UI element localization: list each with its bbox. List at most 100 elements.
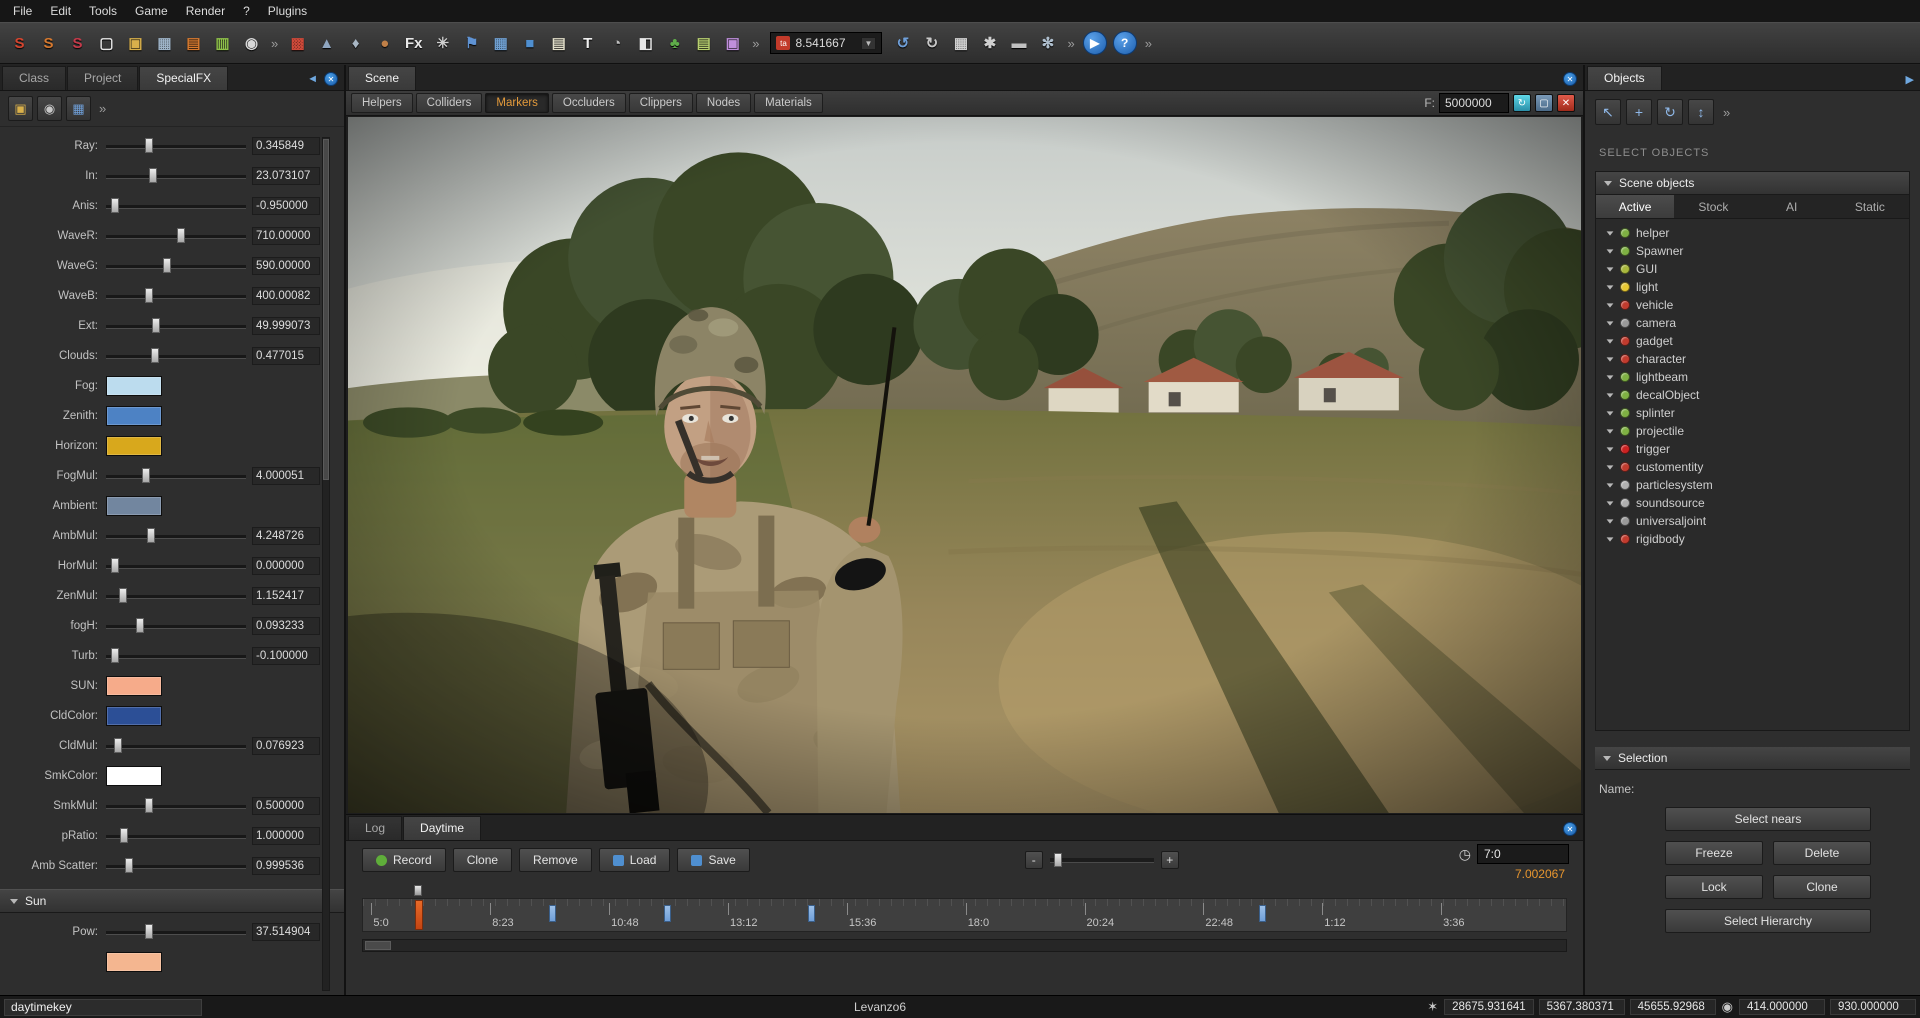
timeline-scroll-thumb[interactable] (365, 941, 391, 950)
slider-thumb[interactable] (120, 828, 128, 843)
subtab-markers[interactable]: Markers (485, 93, 549, 113)
import-icon[interactable]: ▤ (180, 30, 207, 57)
export-icon[interactable]: ▥ (209, 30, 236, 57)
tab-project[interactable]: Project (67, 66, 138, 90)
object-type-soundsource[interactable]: soundsource (1596, 494, 1909, 512)
color-swatch[interactable] (106, 406, 162, 426)
collapse-left-icon[interactable]: ◄ (307, 73, 318, 85)
param-slider[interactable] (106, 827, 246, 845)
object-type-vehicle[interactable]: vehicle (1596, 296, 1909, 314)
daytime-key-marker[interactable] (549, 905, 556, 922)
object-type-universaljoint[interactable]: universaljoint (1596, 512, 1909, 530)
collapse-arrow-icon[interactable] (1607, 375, 1614, 379)
slider-thumb[interactable] (111, 198, 119, 213)
clone-selection-button[interactable]: Clone (1773, 875, 1871, 899)
expand-right-icon[interactable]: ▶ (1906, 73, 1914, 86)
collapse-arrow-icon[interactable] (1607, 393, 1614, 397)
layout-icon[interactable]: ▦ (487, 30, 514, 57)
text-tool-icon[interactable]: T (574, 30, 601, 57)
color-swatch[interactable] (106, 952, 162, 972)
compass-icon[interactable]: ◔ (603, 30, 630, 57)
object-type-lightbeam[interactable]: lightbeam (1596, 368, 1909, 386)
object-type-camera[interactable]: camera (1596, 314, 1909, 332)
slider-thumb[interactable] (152, 318, 160, 333)
slider-thumb[interactable] (111, 648, 119, 663)
param-value[interactable]: 710.00000 (252, 227, 320, 245)
param-slider[interactable] (106, 347, 246, 365)
select-tool-icon[interactable]: ↖ (1595, 99, 1621, 125)
coord-x-field[interactable]: 28675.931641 (1444, 999, 1534, 1015)
contrast-icon[interactable]: ◧ (632, 30, 659, 57)
param-value[interactable]: 23.073107 (252, 167, 320, 185)
collapse-arrow-icon[interactable] (1607, 267, 1614, 271)
coord-y-field[interactable]: 5367.380371 (1539, 999, 1625, 1015)
collapse-arrow-icon[interactable] (1607, 537, 1614, 541)
refresh-view-icon[interactable]: ↻ (1513, 94, 1531, 112)
objects-tab-active[interactable]: Active (1596, 195, 1674, 218)
param-value[interactable]: 0.000000 (252, 557, 320, 575)
slider-thumb[interactable] (177, 228, 185, 243)
param-value[interactable]: 4.000051 (252, 467, 320, 485)
purple-window-icon[interactable]: ▣ (719, 30, 746, 57)
flag-icon[interactable]: ⚑ (458, 30, 485, 57)
record-button[interactable]: Record (362, 848, 446, 872)
param-slider[interactable] (106, 557, 246, 575)
daytime-timeline[interactable]: 5:08:2310:4813:1215:3618:020:2422:481:12… (362, 883, 1567, 932)
grid-icon[interactable]: ▦ (947, 30, 974, 57)
pin-scene-icon[interactable]: ✕ (1563, 72, 1577, 86)
toolbar-overflow-chevron[interactable]: » (748, 36, 763, 51)
param-value[interactable]: 0.076923 (252, 737, 320, 755)
toolbar-overflow-chevron[interactable]: » (95, 101, 110, 116)
param-slider[interactable] (106, 617, 246, 635)
param-value[interactable]: 1.152417 (252, 587, 320, 605)
object-type-helper[interactable]: helper (1596, 224, 1909, 242)
collapse-arrow-icon[interactable] (1607, 483, 1614, 487)
time-dropdown[interactable]: ta 8.541667 ▼ (770, 32, 882, 54)
param-value[interactable]: 0.345849 (252, 137, 320, 155)
param-slider[interactable] (106, 257, 246, 275)
new-file-icon[interactable]: ▢ (93, 30, 120, 57)
param-value[interactable]: 1.000000 (252, 827, 320, 845)
subtab-occluders[interactable]: Occluders (552, 93, 626, 113)
param-slider[interactable] (106, 857, 246, 875)
object-type-spawner[interactable]: Spawner (1596, 242, 1909, 260)
collapse-arrow-icon[interactable] (1607, 429, 1614, 433)
zoom-in-button[interactable]: + (1161, 851, 1179, 869)
param-value[interactable]: -0.950000 (252, 197, 320, 215)
collapse-arrow-icon[interactable] (1607, 357, 1614, 361)
settings-gear-icon[interactable]: ✱ (976, 30, 1003, 57)
param-value[interactable]: 0.093233 (252, 617, 320, 635)
daytime-key-marker[interactable] (664, 905, 671, 922)
object-type-decalobject[interactable]: decalObject (1596, 386, 1909, 404)
param-value[interactable]: 590.00000 (252, 257, 320, 275)
menu-item-3[interactable]: Game (126, 1, 177, 21)
selection-header[interactable]: Selection (1595, 747, 1910, 770)
object-type-rigidbody[interactable]: rigidbody (1596, 530, 1909, 548)
daytime-zoom-slider[interactable] (1050, 852, 1154, 868)
delete-button[interactable]: Delete (1773, 841, 1871, 865)
slider-thumb[interactable] (145, 288, 153, 303)
slider-thumb[interactable] (151, 348, 159, 363)
left-panel-scrollbar[interactable] (322, 137, 330, 991)
snowflake-icon[interactable]: ✻ (1034, 30, 1061, 57)
slider-thumb[interactable] (163, 258, 171, 273)
slider-thumb[interactable] (114, 738, 122, 753)
param-value[interactable]: 0.500000 (252, 797, 320, 815)
collapse-arrow-icon[interactable] (1607, 519, 1614, 523)
close-view-icon[interactable]: ✕ (1557, 94, 1575, 112)
slider-thumb[interactable] (145, 924, 153, 939)
object-type-light[interactable]: light (1596, 278, 1909, 296)
render-view-icon[interactable]: ◉ (238, 30, 265, 57)
collapse-arrow-icon[interactable] (1607, 465, 1614, 469)
rotate-tool-icon[interactable]: ↻ (1657, 99, 1683, 125)
tab-specialfx[interactable]: SpecialFX (139, 66, 228, 90)
tab-daytime[interactable]: Daytime (403, 816, 481, 840)
object-type-projectile[interactable]: projectile (1596, 422, 1909, 440)
planet-icon[interactable]: ● (371, 30, 398, 57)
subtab-materials[interactable]: Materials (754, 93, 823, 113)
collapse-arrow-icon[interactable] (1607, 411, 1614, 415)
daytime-key-marker[interactable] (1259, 905, 1266, 922)
remove-button[interactable]: Remove (519, 848, 592, 872)
tab-scene[interactable]: Scene (348, 66, 416, 90)
param-slider[interactable] (106, 587, 246, 605)
